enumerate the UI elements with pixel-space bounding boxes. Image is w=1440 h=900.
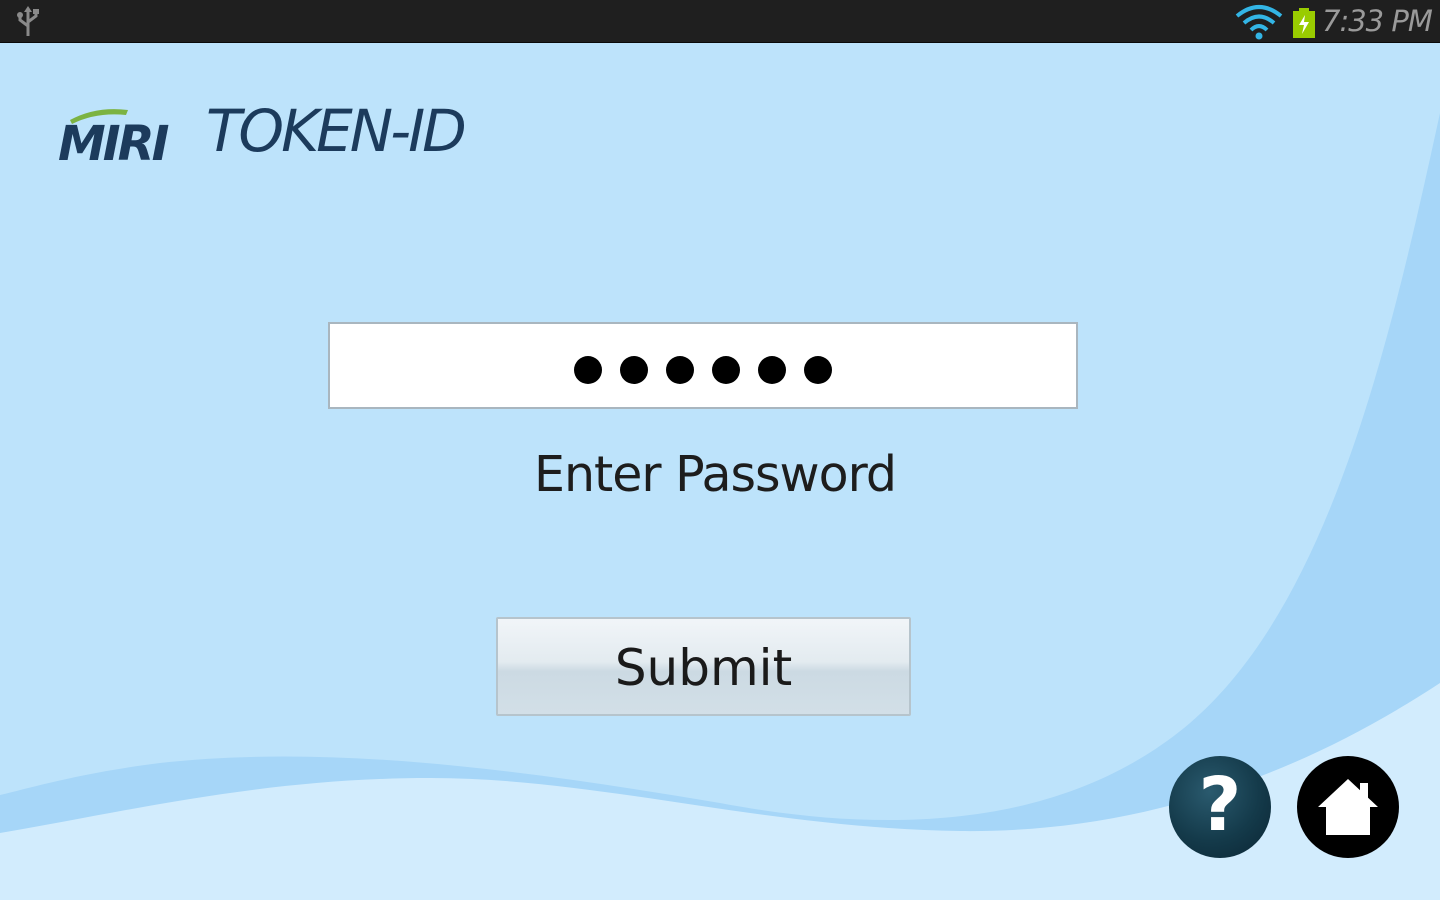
usb-icon	[17, 6, 39, 36]
app-screen: 7:33 PM MIRI TOKEN-ID Enter Password Sub…	[0, 0, 1440, 900]
svg-text:MIRI: MIRI	[58, 116, 169, 164]
password-dot	[620, 355, 648, 384]
status-bar: 7:33 PM	[0, 0, 1440, 43]
password-dot	[758, 355, 786, 384]
password-dot	[574, 355, 602, 384]
wifi-icon	[1235, 5, 1283, 40]
logo-miri-mark: MIRI	[58, 109, 172, 164]
submit-button[interactable]: Submit	[496, 617, 911, 716]
home-icon	[1318, 779, 1378, 835]
password-mask	[574, 355, 832, 384]
password-input[interactable]	[328, 322, 1078, 409]
password-dot	[712, 355, 740, 384]
status-time: 7:33 PM	[1322, 4, 1433, 38]
question-mark-icon: ?	[1198, 762, 1242, 848]
help-button[interactable]: ?	[1169, 756, 1271, 858]
home-button[interactable]	[1297, 756, 1399, 858]
logo-product-name: TOKEN-ID	[206, 97, 467, 165]
password-dot	[804, 355, 832, 384]
app-logo: MIRI TOKEN-ID	[56, 98, 486, 168]
password-dot	[666, 355, 694, 384]
enter-password-label: Enter Password	[534, 446, 897, 503]
battery-charging-icon	[1293, 8, 1315, 38]
